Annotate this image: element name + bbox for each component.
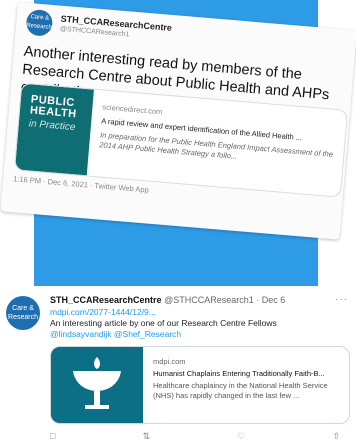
tweet-actions: □ ⇅ ♡ ⇧ (50, 431, 340, 443)
link-preview-card[interactable]: mdpi.com Humanist Chaplains Entering Tra… (50, 346, 350, 424)
avatar: Care & Research (25, 8, 54, 37)
tweet-link[interactable]: mdpi.com/2077-1444/12/9... (50, 307, 156, 317)
more-options-icon[interactable]: ··· (335, 294, 348, 305)
tweet[interactable]: Care & Research STH_CCAResearchCentre @S… (0, 292, 356, 444)
photographed-tweet-card: Care & Research STH_CCAResearchCentre @S… (0, 2, 356, 240)
tweet-date[interactable]: · Dec 6 (256, 295, 285, 305)
link-description: Healthcare chaplaincy in the National He… (153, 381, 328, 400)
tweet-text: An interesting article by one of our Res… (50, 318, 277, 328)
link-domain: mdpi.com (153, 357, 186, 366)
tweet-header: STH_CCAResearchCentre @STHCCAResearch1 ·… (50, 295, 285, 305)
link-title: Humanist Chaplains Entering Traditionall… (153, 369, 325, 378)
link-domain: sciencedirect.com (102, 102, 163, 117)
thumb-title: PUBLIC HEALTH (29, 93, 78, 121)
tweet-mentions[interactable]: @lindsayvandijk @Shef_Research (50, 329, 181, 339)
retweet-icon[interactable]: ⇅ (143, 431, 151, 443)
chalice-logo-icon (51, 347, 143, 423)
user-name[interactable]: STH_CCAResearchCentre (50, 295, 162, 305)
avatar[interactable]: Care & Research (6, 296, 40, 330)
thumb-subtitle: in Practice (28, 118, 76, 134)
share-icon[interactable]: ⇧ (332, 431, 340, 443)
like-icon[interactable]: ♡ (237, 431, 245, 443)
embedded-tweet-photo: Care & Research STH_CCAResearchCentre @S… (0, 0, 356, 290)
link-thumbnail: PUBLIC HEALTH in Practice (14, 83, 94, 176)
reply-icon[interactable]: □ (50, 431, 55, 443)
user-handle[interactable]: @STHCCAResearch1 (164, 295, 254, 305)
link-thumbnail (51, 347, 143, 423)
